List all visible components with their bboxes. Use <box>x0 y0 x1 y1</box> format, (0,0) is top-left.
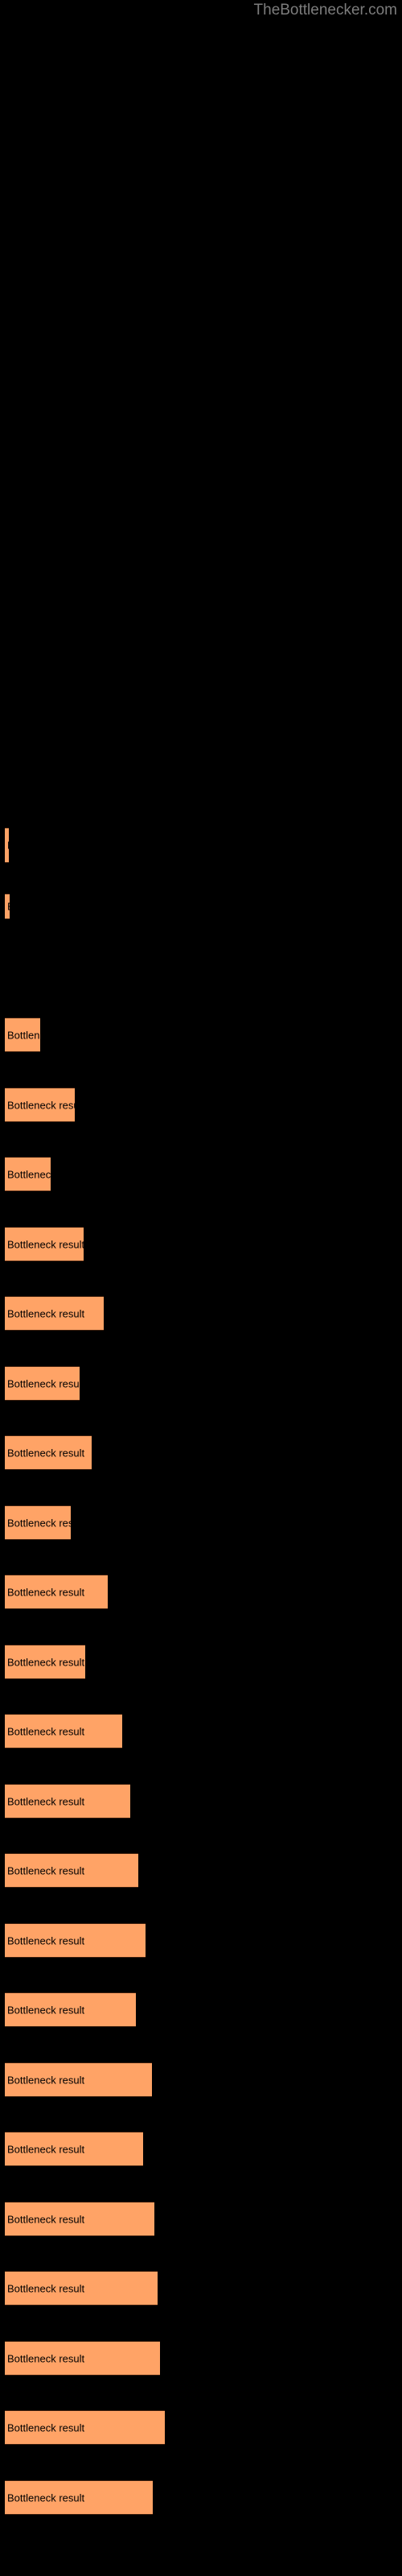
bar-row: Bottleneck result <box>0 1018 402 1052</box>
bar-value-label: Bottleneck result <box>7 2352 85 2364</box>
bar-value-label: Bottleneck result <box>7 1656 85 1668</box>
bar-row: Bottleneck result <box>0 1714 402 1748</box>
bar-value-label: Bottleneck result <box>7 1238 84 1250</box>
chart-bar[interactable]: Bottleneck result <box>5 1018 40 1052</box>
bar-value-label: Bottleneck result <box>7 1377 80 1389</box>
chart-bar[interactable]: Bottleneck result <box>5 2480 153 2515</box>
bar-value-label: Bottleneck result <box>7 1864 85 1876</box>
bar-row: Bottleneck result <box>0 1784 402 1818</box>
chart-bar[interactable]: Bottleneck result <box>5 828 9 863</box>
chart-bar[interactable]: Bottleneck result <box>5 1366 80 1401</box>
chart-bar[interactable]: Bottleneck result <box>5 2341 160 2376</box>
chart-bar[interactable]: Bottleneck result <box>5 1645 85 1679</box>
bar-value-label: Bottleneck result <box>7 840 9 852</box>
bar-row: Bottleneck result <box>0 2062 402 2097</box>
bar-row: Bottleneck result <box>0 1366 402 1401</box>
chart-bar[interactable]: Bottleneck result <box>5 1992 136 2027</box>
bar-row: Bottleneck result <box>0 1505 402 1540</box>
bar-value-label: Bottleneck result <box>7 2074 85 2086</box>
horizontal-bar-chart: Bottleneck result Bottleneck result Bottle… <box>0 0 402 2576</box>
chart-bar[interactable]: Bottleneck result <box>5 2410 165 2445</box>
bar-row: Bottleneck result <box>0 2480 402 2515</box>
bar-value-label: Bottleneck result <box>7 1099 75 1111</box>
bar-value-label: Bottleneck result <box>7 1307 85 1319</box>
chart-bar[interactable]: Bottleneck result <box>5 2202 154 2236</box>
bar-row: Bottleneck result <box>0 2132 402 2166</box>
bar-value-label: Bottleneck result <box>7 1725 85 1737</box>
chart-bar[interactable]: Bottleneck result <box>5 1853 138 1888</box>
bar-row: Bottleneck result <box>0 1435 402 1470</box>
bar-value-label: Bottleneck result <box>7 1447 85 1459</box>
chart-bar[interactable]: Bottleneck result <box>5 2271 158 2306</box>
chart-bar[interactable]: Bottleneck result <box>5 1157 51 1191</box>
bar-value-label: Bottleneck result <box>7 2491 85 2504</box>
bar-row: Bottleneck result <box>0 2202 402 2236</box>
bar-row: Bottleneck result <box>0 894 402 919</box>
chart-bar[interactable]: Bottleneck result <box>5 1296 104 1331</box>
bar-value-label: Bottleneck result <box>7 1168 51 1180</box>
chart-bar[interactable]: Bottleneck result <box>5 1923 146 1958</box>
chart-bar[interactable]: Bottleneck result <box>5 2062 152 2097</box>
bar-value-label: Bottleneck result <box>7 2004 85 2016</box>
chart-bar[interactable]: Bottleneck result <box>5 2132 143 2166</box>
bar-value-label: Bottleneck result <box>7 1934 85 1946</box>
chart-bar[interactable]: Bottleneck result <box>5 1505 71 1540</box>
bar-row: Bottleneck result <box>0 1853 402 1888</box>
bar-value-label: Bottleneck result <box>7 2421 85 2434</box>
bar-value-label: Bottleneck result <box>7 1517 71 1529</box>
chart-bar[interactable]: Bottleneck result <box>5 1784 130 1818</box>
bar-value-label: Bottleneck result <box>7 2282 85 2294</box>
bar-row: Bottleneck result <box>0 1992 402 2027</box>
bottleneck-chart-page: TheBottlenecker.com Bottleneck resultBot… <box>0 0 402 2576</box>
chart-bar[interactable]: Bottleneck result <box>5 1575 108 1609</box>
chart-bar[interactable]: Bottleneck result <box>5 1088 75 1122</box>
bar-value-label: Bottleneck result <box>7 1795 85 1807</box>
bar-value-label: Bottleneck result <box>7 2143 85 2155</box>
bar-value-label: Bottleneck result <box>7 2213 85 2225</box>
bar-row: Bottleneck result <box>0 1575 402 1609</box>
bar-row: Bottleneck result <box>0 1645 402 1679</box>
bar-value-label: Bottleneck result <box>7 1029 40 1041</box>
bar-row: Bottleneck result <box>0 2410 402 2445</box>
bar-row: Bottleneck result <box>0 1088 402 1122</box>
bar-value-label: Bottleneck result <box>7 1586 85 1598</box>
chart-bar[interactable]: Bottleneck result <box>5 1435 92 1470</box>
chart-bar[interactable]: Bottleneck result <box>5 894 10 919</box>
bar-row: Bottleneck result <box>0 1157 402 1191</box>
chart-bar[interactable]: Bottleneck result <box>5 1227 84 1261</box>
bar-row: Bottleneck result <box>0 1296 402 1331</box>
bar-row: Bottleneck result <box>0 1923 402 1958</box>
bar-row: Bottleneck result <box>0 1227 402 1261</box>
bar-row: Bottleneck result <box>0 828 402 863</box>
bar-row: Bottleneck result <box>0 2341 402 2376</box>
chart-bar[interactable]: Bottleneck result <box>5 1714 122 1748</box>
bar-row: Bottleneck result <box>0 2271 402 2306</box>
bar-value-label: Bottleneck result <box>7 901 10 913</box>
